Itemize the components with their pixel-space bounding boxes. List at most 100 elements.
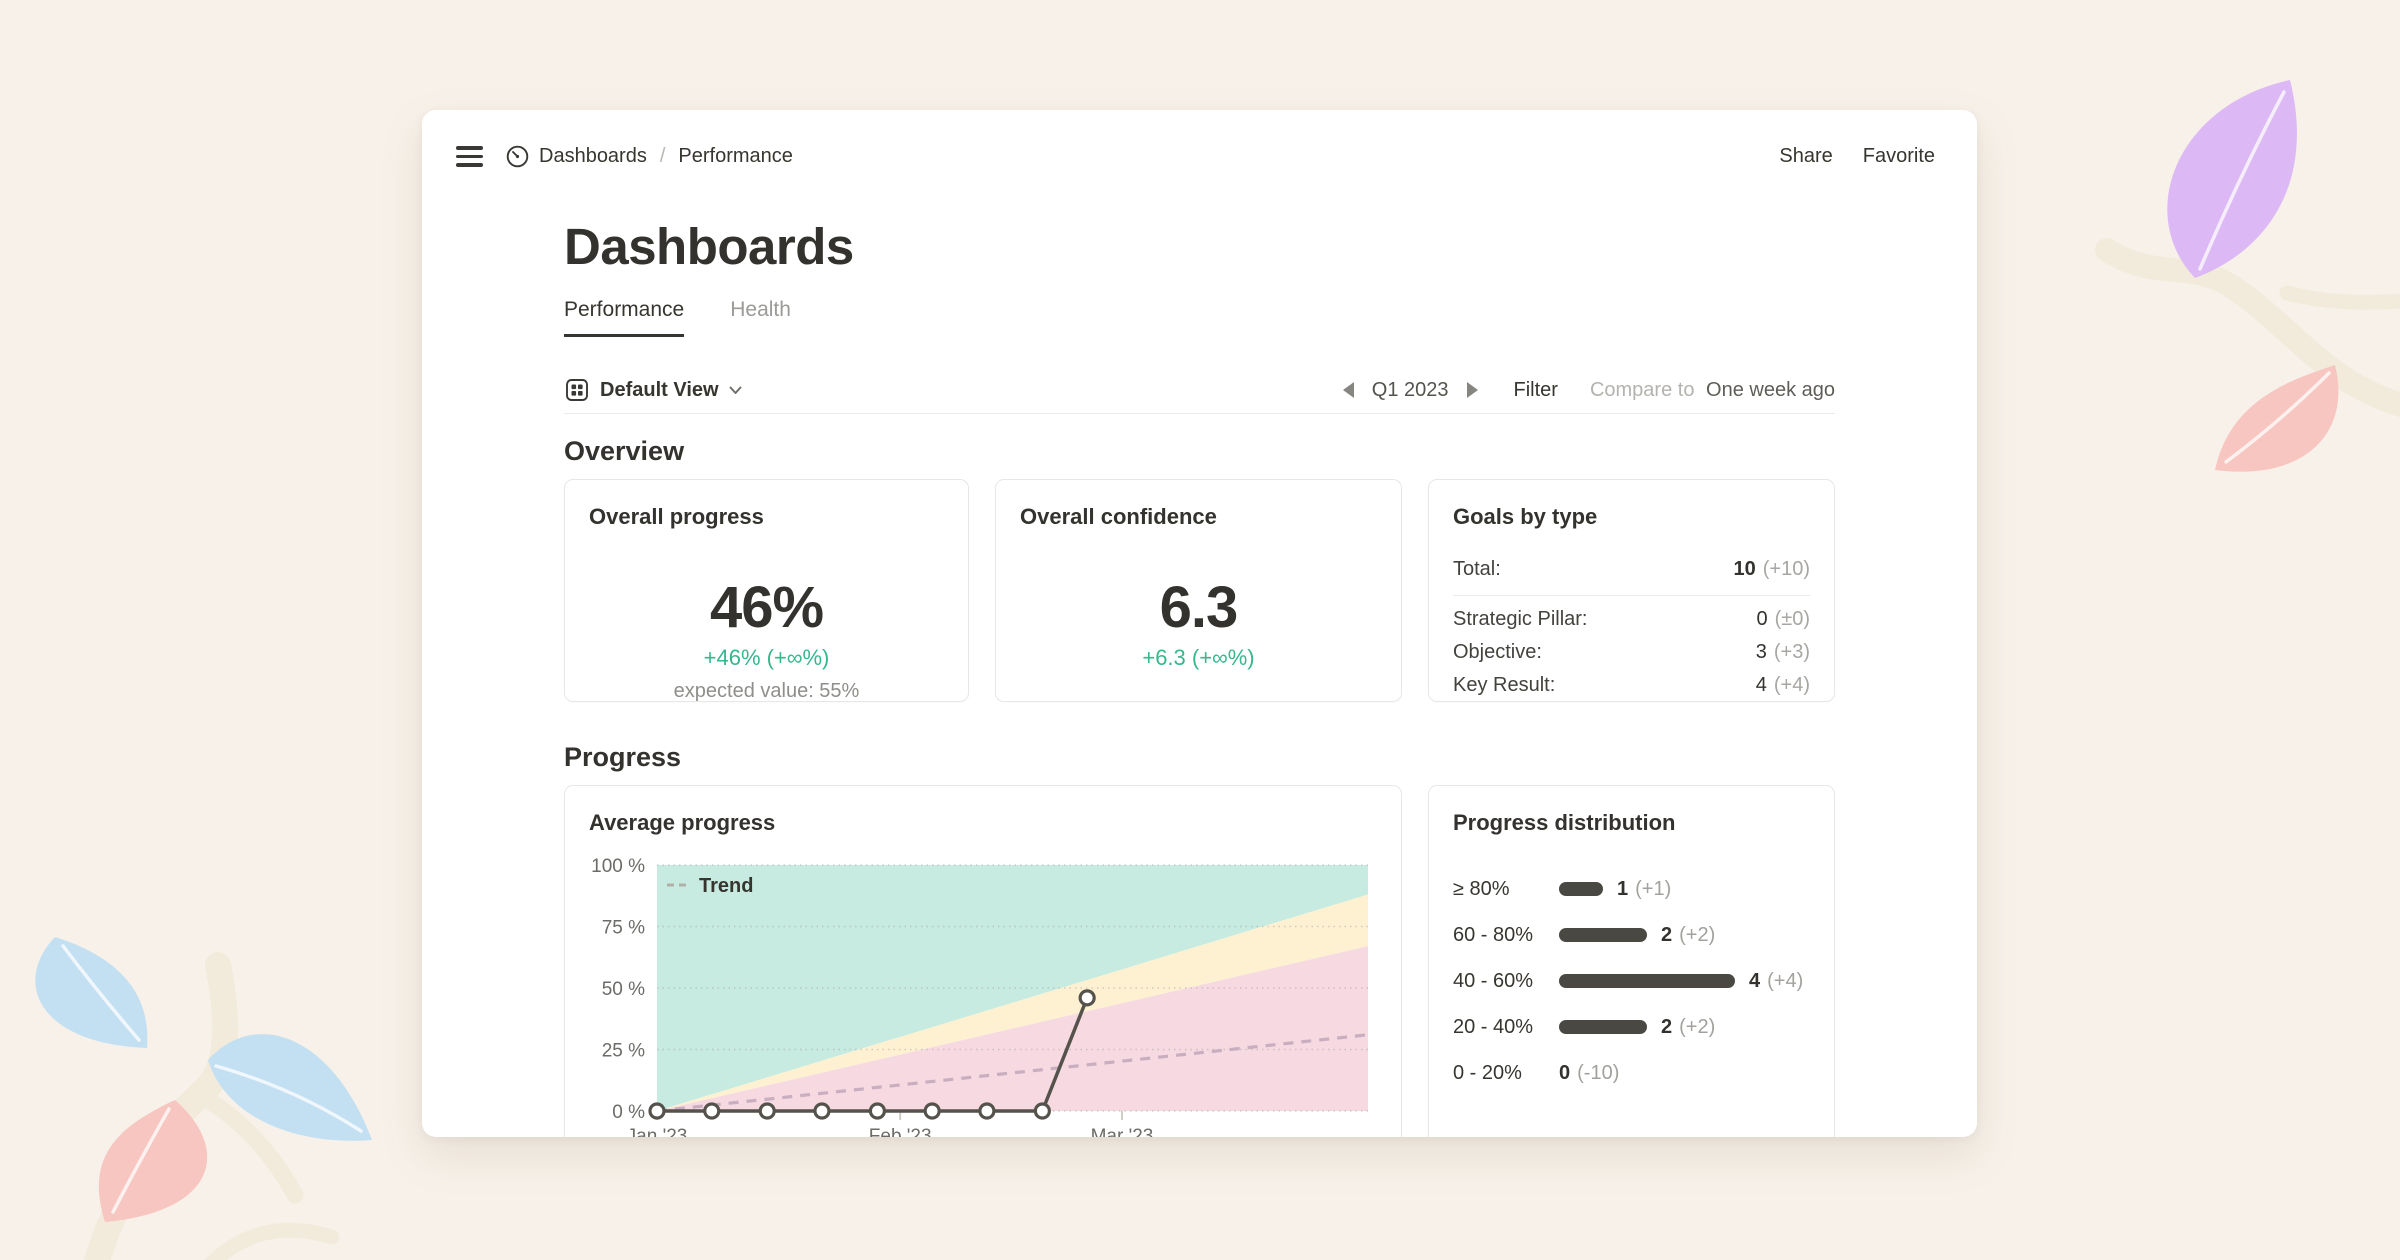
svg-text:25 %: 25 % [602,1041,645,1062]
dist-row-delta: (+2) [1679,923,1716,946]
goals-total-delta: (+10) [1762,558,1810,580]
compare-prefix-label: Compare to [1589,378,1695,401]
overview-heading: Overview [564,436,685,466]
svg-text:Mar '23: Mar '23 [1091,1126,1154,1137]
grid-view-icon [566,379,588,401]
compare-button[interactable]: Compare to One week ago [1590,379,1835,402]
tab-bar: Performance Health [564,298,1835,337]
card-title: Average progress [589,810,776,835]
dist-bar [1559,928,1647,942]
chevron-down-icon [729,386,742,394]
goal-row-delta: (+4) [1773,674,1810,696]
card-title: Progress distribution [1453,810,1676,835]
tab-performance[interactable]: Performance [564,298,685,337]
gauge-icon [506,145,529,168]
svg-text:100 %: 100 % [591,856,645,877]
svg-text:Feb '23: Feb '23 [869,1126,932,1137]
distribution-row: 60 - 80% 2 (+2) [1453,912,1810,958]
progress-cards: Average progress 100 % 75 % 50 % 25 % 0 % Jan… [564,785,1835,1137]
dist-bar [1559,1020,1647,1034]
card-title: Overall confidence [1020,504,1217,529]
overall-confidence-delta: +6.3 (+∞%) [1142,645,1255,670]
goal-row-value: 4 [1755,674,1767,696]
progress-heading: Progress [564,742,682,772]
overall-progress-expected: expected value: 55% [673,680,860,702]
card-title: Goals by type [1453,504,1598,529]
page-title: Dashboards [564,218,854,275]
favorite-button[interactable]: Favorite [1863,145,1935,168]
purple-leaf-icon [2167,80,2297,278]
goal-row-label: Strategic Pillar: [1453,608,1588,630]
goals-by-type-card: Goals by type Total: 10 (+10) Strategic … [1428,479,1835,702]
breadcrumb-separator: / [659,145,666,167]
header-actions: Share Favorite [1779,145,1935,168]
dist-row-label: 40 - 60% [1453,969,1534,992]
dist-row-label: 60 - 80% [1453,923,1534,946]
overview-cards: Overall progress 46% +46% (+∞%) expected… [564,479,1835,702]
toolbar-right: Q1 2023 Filter Compare to One week ago [1342,379,1835,402]
dist-row-value: 1 [1617,877,1629,900]
goal-row-label: Key Result: [1453,674,1556,696]
share-button[interactable]: Share [1779,145,1832,168]
compare-value-label: One week ago [1706,378,1835,401]
progress-distribution-card: Progress distribution ≥ 80% 1 (+1) 60 - … [1428,785,1835,1137]
distribution-row: 40 - 60% 4 (+4) [1453,958,1810,1004]
dist-row-value: 0 [1559,1061,1571,1084]
app-window: Dashboards / Performance Share Favorite … [422,110,1977,1137]
dist-row-delta: (+4) [1767,969,1804,992]
tab-health[interactable]: Health [730,298,791,337]
goal-row-value: 3 [1755,641,1767,663]
dist-row-label: 20 - 40% [1453,1015,1534,1038]
goals-divider [1453,595,1810,596]
average-progress-card: Average progress 100 % 75 % 50 % 25 % 0 % Jan… [564,785,1402,1137]
distribution-list: ≥ 80% 1 (+1) 60 - 80% 2 (+2) 40 - 60% 4 … [1453,866,1810,1096]
goal-row-label: Objective: [1453,641,1542,663]
prev-period-button[interactable] [1342,382,1354,398]
breadcrumb-dashboards[interactable]: Dashboards [505,144,647,169]
overall-progress-value: 46% [709,575,824,640]
goals-total-row: Total: 10 (+10) [1453,558,1810,581]
goal-type-row: Objective: 3 (+3) [1453,641,1810,664]
goal-type-row: Key Result: 4 (+4) [1453,674,1810,697]
dist-bar [1559,882,1603,896]
goal-row-delta: (+3) [1773,641,1810,663]
view-selector-label: Default View [600,378,719,401]
distribution-row: ≥ 80% 1 (+1) [1453,866,1810,912]
decor-branch-bottom-left [35,937,372,1260]
next-period-button[interactable] [1466,382,1478,398]
dist-row-delta: (+1) [1635,877,1672,900]
filter-button[interactable]: Filter [1514,379,1558,402]
svg-text:0 %: 0 % [612,1102,645,1123]
dist-row-value: 4 [1749,969,1761,992]
goal-row-delta: (±0) [1774,608,1810,630]
dist-row-label: ≥ 80% [1453,877,1510,900]
dist-row-label: 0 - 20% [1453,1061,1522,1084]
dist-bar [1559,974,1735,988]
dist-row-delta: (+2) [1679,1015,1716,1038]
svg-text:50 %: 50 % [602,979,645,1000]
dist-row-delta: (-10) [1577,1061,1620,1084]
breadcrumb-performance[interactable]: Performance [678,145,793,168]
period-label[interactable]: Q1 2023 [1372,379,1449,402]
dist-row-value: 2 [1661,923,1673,946]
goals-total-label: Total: [1453,558,1501,580]
distribution-row: 0 - 20% 0 (-10) [1453,1050,1810,1096]
overall-progress-card: Overall progress 46% +46% (+∞%) expected… [564,479,969,702]
goal-type-row: Strategic Pillar: 0 (±0) [1453,608,1810,631]
menu-icon[interactable] [456,146,483,167]
breadcrumb: Dashboards / Performance [505,144,793,169]
card-title: Overall progress [589,504,764,529]
pink-leaf-icon [98,1100,208,1222]
average-progress-chart: 100 % 75 % 50 % 25 % 0 % Jan '23 Feb '23 Mar '2… [565,786,1401,1137]
goals-total-value: 10 [1733,558,1756,580]
window-header: Dashboards / Performance Share Favorite [422,110,1977,169]
svg-text:Trend: Trend [699,875,753,897]
toolbar: Default View Q1 2023 Filter Compare to O… [564,373,1835,407]
svg-text:75 %: 75 % [602,918,645,939]
view-selector[interactable]: Default View [564,377,742,403]
overall-confidence-card: Overall confidence 6.3 +6.3 (+∞%) [995,479,1402,702]
dist-row-value: 2 [1661,1015,1673,1038]
svg-text:Jan '23: Jan '23 [627,1126,688,1137]
distribution-row: 20 - 40% 2 (+2) [1453,1004,1810,1050]
decor-branch-top-right [2095,80,2400,472]
